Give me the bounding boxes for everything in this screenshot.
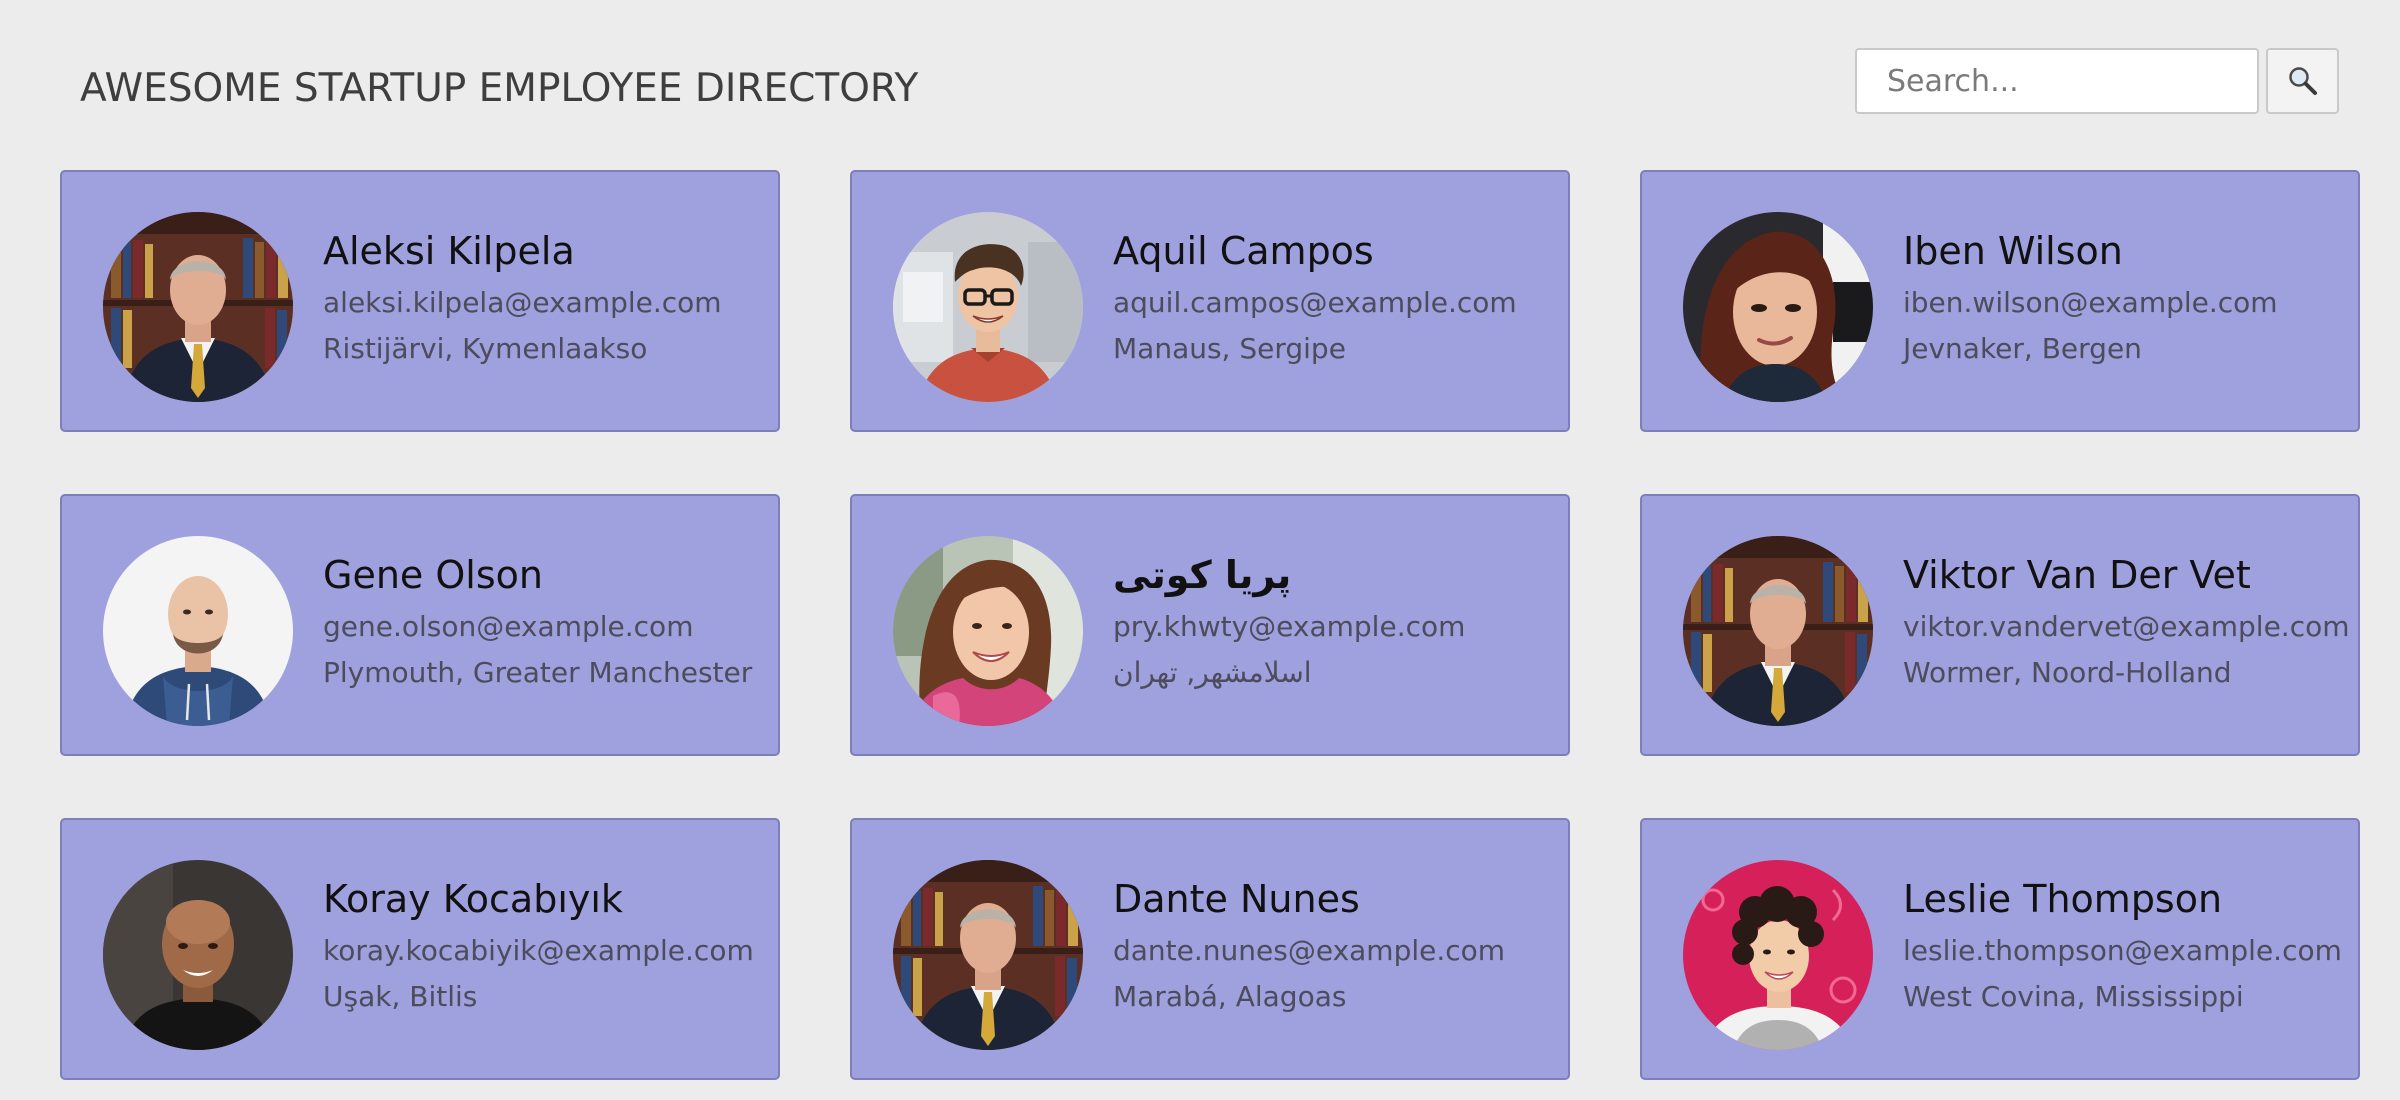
employee-email: dante.nunes@example.com [1113, 934, 1506, 967]
magnifier-icon [2289, 67, 2317, 95]
employee-avatar [893, 860, 1083, 1050]
employee-info: Aquil Campos aquil.campos@example.com Ma… [1113, 228, 1558, 366]
employee-avatar [103, 860, 293, 1050]
employee-location: Manaus, Sergipe [1113, 332, 1346, 365]
curly-hair-woman-photo-icon [1683, 860, 1873, 1050]
search-input[interactable] [1855, 48, 2259, 114]
employee-info: Iben Wilson iben.wilson@example.com Jevn… [1903, 228, 2348, 366]
employee-name: Dante Nunes [1113, 877, 1360, 921]
employee-location: Wormer, Noord-Holland [1903, 656, 2232, 689]
employee-name: پریا کوتی [1113, 553, 1292, 597]
employee-name: Aleksi Kilpela [323, 229, 575, 273]
employee-location: Marabá, Alagoas [1113, 980, 1347, 1013]
employee-avatar [893, 536, 1083, 726]
man-in-suit-photo-icon [1683, 536, 1873, 726]
employee-email: iben.wilson@example.com [1903, 286, 2278, 319]
employee-name: Leslie Thompson [1903, 877, 2223, 921]
employee-card[interactable]: Iben Wilson iben.wilson@example.com Jevn… [1640, 170, 2360, 432]
employee-location: West Covina, Mississippi [1903, 980, 2244, 1013]
employee-location: Uşak, Bitlis [323, 980, 478, 1013]
employee-card[interactable]: Gene Olson gene.olson@example.com Plymou… [60, 494, 780, 756]
employee-name: Koray Kocabıyık [323, 877, 623, 921]
employee-grid: Aleksi Kilpela aleksi.kilpela@example.co… [60, 170, 2360, 1080]
search-button[interactable] [2266, 48, 2339, 114]
employee-email: gene.olson@example.com [323, 610, 694, 643]
employee-email: pry.khwty@example.com [1113, 610, 1466, 643]
employee-info: Viktor Van Der Vet viktor.vandervet@exam… [1903, 552, 2350, 690]
employee-name: Gene Olson [323, 553, 543, 597]
employee-location: اسلامشهر, تهران [1113, 656, 1312, 689]
man-in-suit-photo-icon [103, 212, 293, 402]
employee-info: Aleksi Kilpela aleksi.kilpela@example.co… [323, 228, 768, 366]
employee-name: Aquil Campos [1113, 229, 1374, 273]
man-with-glasses-photo-icon [893, 212, 1083, 402]
employee-name: Viktor Van Der Vet [1903, 553, 2251, 597]
employee-avatar [1683, 536, 1873, 726]
employee-avatar [103, 212, 293, 402]
employee-location: Jevnaker, Bergen [1903, 332, 2142, 365]
man-in-suit-photo-icon [893, 860, 1083, 1050]
employee-card[interactable]: Koray Kocabıyık koray.kocabiyik@example.… [60, 818, 780, 1080]
employee-card[interactable]: Dante Nunes dante.nunes@example.com Mara… [850, 818, 1570, 1080]
employee-avatar [1683, 860, 1873, 1050]
employee-location: Plymouth, Greater Manchester [323, 656, 753, 689]
employee-name: Iben Wilson [1903, 229, 2123, 273]
employee-location: Ristijärvi, Kymenlaakso [323, 332, 648, 365]
employee-card[interactable]: Leslie Thompson leslie.thompson@example.… [1640, 818, 2360, 1080]
employee-card[interactable]: Viktor Van Der Vet viktor.vandervet@exam… [1640, 494, 2360, 756]
employee-avatar [893, 212, 1083, 402]
employee-directory-page: AWESOME STARTUP EMPLOYEE DIRECTORY Searc… [0, 0, 2400, 1100]
employee-card[interactable]: Aquil Campos aquil.campos@example.com Ma… [850, 170, 1570, 432]
page-title: AWESOME STARTUP EMPLOYEE DIRECTORY [80, 66, 919, 111]
employee-info: Dante Nunes dante.nunes@example.com Mara… [1113, 876, 1558, 1014]
woman-selfie-photo-icon [1683, 212, 1873, 402]
employee-avatar [1683, 212, 1873, 402]
employee-email: aquil.campos@example.com [1113, 286, 1517, 319]
employee-email: aleksi.kilpela@example.com [323, 286, 722, 319]
bald-man-dark-photo-icon [103, 860, 293, 1050]
bald-man-hoodie-photo-icon [103, 536, 293, 726]
employee-email: viktor.vandervet@example.com [1903, 610, 2350, 643]
employee-avatar [103, 536, 293, 726]
employee-email: leslie.thompson@example.com [1903, 934, 2342, 967]
employee-info: Koray Kocabıyık koray.kocabiyik@example.… [323, 876, 768, 1014]
header: AWESOME STARTUP EMPLOYEE DIRECTORY [0, 0, 2400, 170]
employee-info: پریا کوتی pry.khwty@example.com اسلامشهر… [1113, 552, 1558, 690]
employee-info: Leslie Thompson leslie.thompson@example.… [1903, 876, 2348, 1014]
employee-email: koray.kocabiyik@example.com [323, 934, 754, 967]
employee-info: Gene Olson gene.olson@example.com Plymou… [323, 552, 768, 690]
smiling-woman-photo-icon [893, 536, 1083, 726]
employee-card[interactable]: Aleksi Kilpela aleksi.kilpela@example.co… [60, 170, 780, 432]
employee-card[interactable]: پریا کوتی pry.khwty@example.com اسلامشهر… [850, 494, 1570, 756]
